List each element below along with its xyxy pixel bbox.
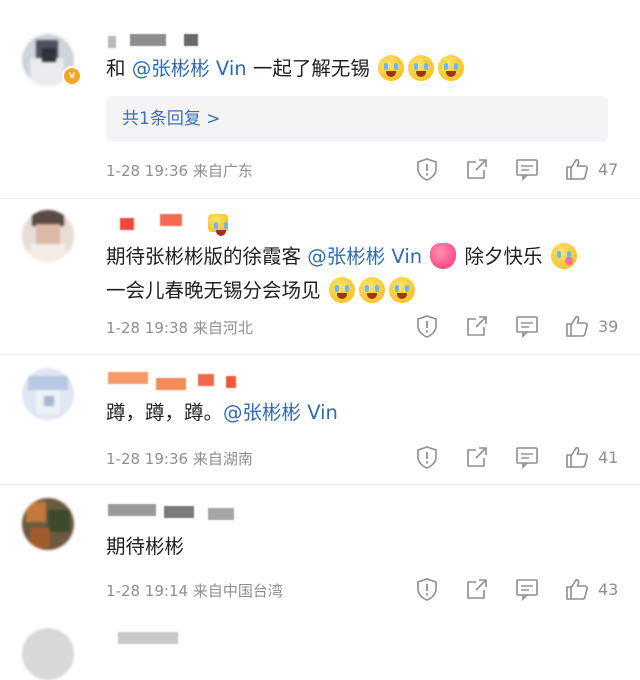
comment-text-prefix: 和 xyxy=(106,57,126,80)
comment-text: 期待彬彬 xyxy=(106,530,184,564)
comment-text-prefix: 期待张彬彬版的徐霞客 xyxy=(106,245,302,268)
comment-text-line2: 一会儿春晚无锡分会场见 xyxy=(106,274,417,308)
like-count: 43 xyxy=(598,580,619,599)
report-icon[interactable] xyxy=(414,444,440,470)
crying-emoji-icon xyxy=(408,55,435,81)
report-icon[interactable] xyxy=(414,576,440,602)
mention-link[interactable]: @张彬彬 Vin xyxy=(223,401,338,424)
comment-item: 期待彬彬 1-28 19:14 来自中国台湾 43 xyxy=(0,486,640,614)
like-count: 41 xyxy=(598,448,619,467)
comment-text-line1: 期待张彬彬版的徐霞客 @张彬彬 Vin 除夕快乐 xyxy=(106,240,579,274)
crying-emoji-icon xyxy=(438,55,465,81)
comment-text-after: 一起了解无锡 xyxy=(252,57,370,80)
comment-meta: 1-28 19:38 来自河北 xyxy=(106,317,253,338)
share-icon[interactable] xyxy=(464,576,490,602)
comment-time: 1-28 19:36 xyxy=(106,450,189,468)
mention-link[interactable]: @张彬彬 Vin xyxy=(132,57,247,80)
comment-icon[interactable] xyxy=(514,156,540,182)
comment-item: v 和 @张彬彬 Vin 一起了解无锡 共1条回复 > 1-28 19:36 来… xyxy=(0,0,640,190)
avatar[interactable] xyxy=(22,210,74,262)
report-icon[interactable] xyxy=(414,313,440,339)
thumbs-up-icon[interactable] xyxy=(564,313,590,339)
comment-time: 1-28 19:14 xyxy=(106,582,189,600)
comment-text-prefix: 蹲，蹲，蹲。 xyxy=(106,401,224,424)
comment-text-line2-content: 一会儿春晚无锡分会场见 xyxy=(106,279,321,302)
comment-text-suffix: 除夕快乐 xyxy=(464,245,543,268)
comment-meta: 1-28 19:36 来自湖南 xyxy=(106,448,253,469)
flower-emoji-icon xyxy=(550,243,577,269)
divider xyxy=(0,354,640,355)
comment-location: 来自河北 xyxy=(192,319,253,337)
comment-time: 1-28 19:38 xyxy=(106,319,189,337)
comment-location: 来自湖南 xyxy=(192,450,253,468)
share-icon[interactable] xyxy=(464,156,490,182)
view-replies-button[interactable]: 共1条回复 > xyxy=(106,96,608,142)
share-icon[interactable] xyxy=(464,444,490,470)
heart-emoji-icon xyxy=(430,243,457,269)
crying-emoji-icon xyxy=(358,277,385,303)
thumbs-up-icon[interactable] xyxy=(564,576,590,602)
avatar[interactable] xyxy=(22,498,74,550)
comment-meta: 1-28 19:14 来自中国台湾 xyxy=(106,580,283,601)
comment-item: 蹲，蹲，蹲。@张彬彬 Vin 1-28 19:36 来自湖南 41 xyxy=(0,356,640,484)
thumbs-up-icon[interactable] xyxy=(564,156,590,182)
crying-emoji-icon xyxy=(378,55,405,81)
comment-location: 来自中国台湾 xyxy=(192,582,283,600)
like-count: 47 xyxy=(598,160,619,179)
mention-link[interactable]: @张彬彬 Vin xyxy=(307,245,422,268)
verified-badge-icon: v xyxy=(62,66,82,86)
comment-text-content: 期待彬彬 xyxy=(106,535,185,558)
comment-text: 和 @张彬彬 Vin 一起了解无锡 xyxy=(106,52,466,86)
comment-location: 来自广东 xyxy=(192,162,253,180)
report-icon[interactable] xyxy=(414,156,440,182)
comment-icon[interactable] xyxy=(514,444,540,470)
divider xyxy=(0,198,640,199)
comment-time: 1-28 19:36 xyxy=(106,162,189,180)
share-icon[interactable] xyxy=(464,313,490,339)
divider xyxy=(0,484,640,485)
crying-emoji-icon xyxy=(388,277,415,303)
comment-item: 期待张彬彬版的徐霞客 @张彬彬 Vin 除夕快乐 一会儿春晚无锡分会场见 1-2… xyxy=(0,200,640,352)
comment-icon[interactable] xyxy=(514,313,540,339)
comment-meta: 1-28 19:36 来自广东 xyxy=(106,160,253,181)
thumbs-up-icon[interactable] xyxy=(564,444,590,470)
avatar[interactable] xyxy=(22,368,74,420)
crown-badge-icon xyxy=(208,214,228,236)
comment-icon[interactable] xyxy=(514,576,540,602)
comment-text: 蹲，蹲，蹲。@张彬彬 Vin xyxy=(106,396,338,430)
like-count: 39 xyxy=(598,317,619,336)
crying-emoji-icon xyxy=(328,277,355,303)
avatar[interactable] xyxy=(22,628,74,680)
